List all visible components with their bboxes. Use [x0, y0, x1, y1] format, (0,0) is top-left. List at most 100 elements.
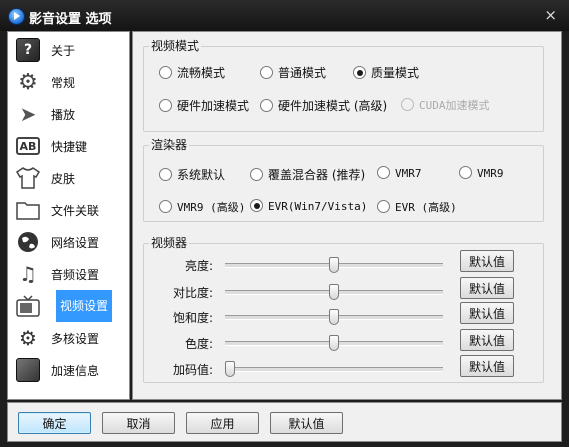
- sidebar-item-playback[interactable]: ➤ 播放: [14, 99, 124, 129]
- radio-button[interactable]: [377, 166, 390, 179]
- saturation-default-button[interactable]: 默认值: [460, 302, 514, 324]
- radio-label: 硬件加速模式: [177, 99, 250, 113]
- folder-icon: [16, 198, 40, 222]
- radio-label: 普通模式: [278, 66, 327, 80]
- sidebar-item-skin[interactable]: 皮肤: [14, 163, 124, 193]
- video-mode-group: [143, 46, 544, 132]
- slider-thumb[interactable]: [329, 257, 339, 273]
- radio-evr-advanced[interactable]: EVR (高级): [377, 199, 457, 215]
- radio-smooth-mode[interactable]: 流畅模式: [159, 64, 225, 81]
- radio-label: EVR (高级): [395, 201, 457, 214]
- slider-thumb[interactable]: [329, 284, 339, 300]
- slider-thumb[interactable]: [329, 309, 339, 325]
- radio-label: 流畅模式: [177, 66, 226, 80]
- radio-cuda-mode: CUDA加速模式: [401, 97, 490, 113]
- gain-default-button[interactable]: 默认值: [460, 355, 514, 377]
- ok-button[interactable]: 确定: [18, 412, 91, 434]
- dialog-footer: 确定 取消 应用 默认值: [0, 400, 569, 447]
- sidebar-item-label: 多核设置: [51, 332, 100, 346]
- radio-button[interactable]: [377, 200, 390, 213]
- radio-button: [401, 98, 414, 111]
- renderer-title: 渲染器: [149, 136, 190, 153]
- contrast-default-button[interactable]: 默认值: [460, 277, 514, 299]
- radio-button[interactable]: [353, 66, 366, 79]
- radio-vmr9[interactable]: VMR9: [459, 166, 504, 180]
- radio-overlay-mixer[interactable]: 覆盖混合器 (推荐): [250, 166, 365, 183]
- radio-evr-win7[interactable]: EVR(Win7/Vista): [250, 199, 367, 213]
- sidebar-item-hotkeys[interactable]: AB 快捷键: [14, 131, 124, 161]
- radio-system-default[interactable]: 系统默认: [159, 166, 225, 183]
- sidebar-item-label: 视频设置: [56, 290, 113, 322]
- radio-hw-accel-mode[interactable]: 硬件加速模式: [159, 97, 249, 114]
- radio-label: 硬件加速模式 (高级): [278, 99, 388, 113]
- hue-default-button[interactable]: 默认值: [460, 329, 514, 351]
- video-adjust-title: 视频器: [149, 234, 190, 251]
- radio-label: VMR9: [477, 167, 504, 180]
- globe-icon: [16, 230, 40, 254]
- settings-sidebar: ? 关于 ⚙ 常规 ➤ 播放 AB 快捷键 皮肤 文件关联 网络设置 ♫ 音频设…: [7, 31, 130, 400]
- chip-gear-icon: ⚙: [19, 326, 37, 350]
- play-arrow-icon: ➤: [19, 102, 37, 126]
- radio-normal-mode[interactable]: 普通模式: [260, 64, 326, 81]
- sidebar-item-video[interactable]: 视频设置: [14, 290, 124, 322]
- radio-vmr7[interactable]: VMR7: [377, 166, 422, 180]
- cancel-button[interactable]: 取消: [102, 412, 175, 434]
- sidebar-item-label: 常规: [51, 76, 76, 90]
- radio-button[interactable]: [459, 166, 472, 179]
- gain-slider[interactable]: [225, 361, 443, 377]
- info-panel-icon: [16, 358, 40, 382]
- radio-button[interactable]: [260, 66, 273, 79]
- sidebar-item-about[interactable]: ? 关于: [14, 35, 124, 65]
- brightness-default-button[interactable]: 默认值: [460, 250, 514, 272]
- slider-label: 加码值:: [172, 363, 213, 377]
- radio-vmr9-advanced[interactable]: VMR9 (高级): [159, 199, 245, 215]
- hue-slider[interactable]: [225, 335, 443, 351]
- radio-button[interactable]: [260, 99, 273, 112]
- title-bar: 影音设置 选项 ×: [0, 0, 569, 31]
- tv-icon: [16, 294, 40, 318]
- sidebar-item-multicore[interactable]: ⚙ 多核设置: [14, 323, 124, 353]
- radio-label: 系统默认: [177, 168, 226, 182]
- radio-button[interactable]: [250, 199, 263, 212]
- radio-button[interactable]: [159, 99, 172, 112]
- sidebar-item-label: 快捷键: [51, 140, 88, 154]
- music-note-icon: ♫: [19, 262, 37, 286]
- slider-thumb[interactable]: [225, 361, 235, 377]
- radio-label: VMR7: [395, 167, 422, 180]
- window-title: 影音设置 选项: [29, 12, 112, 27]
- slider-thumb[interactable]: [329, 335, 339, 351]
- slider-label: 亮度:: [184, 259, 213, 273]
- video-settings-panel: 视频模式 流畅模式 普通模式 质量模式 硬件加速模式 硬件加速模式 (高级) C…: [132, 31, 562, 400]
- slider-label: 色度:: [184, 337, 213, 351]
- contrast-slider[interactable]: [225, 284, 443, 300]
- radio-button[interactable]: [159, 66, 172, 79]
- radio-button[interactable]: [159, 168, 172, 181]
- brightness-slider[interactable]: [225, 257, 443, 273]
- radio-label: 覆盖混合器 (推荐): [268, 168, 366, 182]
- footer-panel: 确定 取消 应用 默认值: [7, 402, 562, 442]
- keyboard-ab-icon: AB: [16, 137, 40, 155]
- tshirt-icon: [16, 166, 40, 190]
- sidebar-item-accel-info[interactable]: 加速信息: [14, 355, 124, 385]
- radio-label: EVR(Win7/Vista): [268, 200, 368, 213]
- radio-button[interactable]: [250, 168, 263, 181]
- close-icon[interactable]: ×: [544, 6, 557, 24]
- radio-hw-accel-advanced[interactable]: 硬件加速模式 (高级): [260, 97, 387, 114]
- help-book-icon: ?: [16, 38, 40, 62]
- sidebar-item-audio[interactable]: ♫ 音频设置: [14, 259, 124, 289]
- sidebar-item-label: 网络设置: [51, 236, 100, 250]
- apply-button[interactable]: 应用: [186, 412, 259, 434]
- sidebar-item-file-assoc[interactable]: 文件关联: [14, 195, 124, 225]
- sidebar-item-label: 皮肤: [51, 172, 76, 186]
- video-mode-title: 视频模式: [149, 37, 202, 54]
- sidebar-item-general[interactable]: ⚙ 常规: [14, 67, 124, 97]
- restore-defaults-button[interactable]: 默认值: [270, 412, 343, 434]
- slider-label: 对比度:: [172, 286, 213, 300]
- slider-label: 饱和度:: [172, 311, 213, 325]
- app-logo-icon: [8, 8, 25, 25]
- saturation-slider[interactable]: [225, 309, 443, 325]
- sidebar-item-network[interactable]: 网络设置: [14, 227, 124, 257]
- radio-label: VMR9 (高级): [177, 201, 246, 214]
- radio-quality-mode[interactable]: 质量模式: [353, 64, 419, 81]
- radio-button[interactable]: [159, 200, 172, 213]
